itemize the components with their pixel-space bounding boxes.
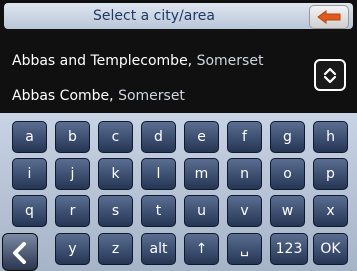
city-region: Somerset bbox=[196, 53, 264, 69]
key-d[interactable]: d bbox=[141, 121, 176, 153]
list-item[interactable]: Abbas and Templecombe, Somerset bbox=[12, 43, 263, 79]
key-l[interactable]: l bbox=[141, 158, 176, 190]
key-q[interactable]: q bbox=[12, 195, 47, 227]
key-r[interactable]: r bbox=[55, 195, 90, 227]
back-arrow-icon bbox=[317, 10, 341, 24]
page-title: Select a city/area bbox=[93, 8, 215, 24]
key-h[interactable]: h bbox=[313, 121, 348, 153]
key-w[interactable]: w bbox=[270, 195, 305, 227]
city-name: Abbas and Templecombe, bbox=[12, 53, 193, 69]
key-space[interactable]: ␣ bbox=[227, 233, 262, 265]
key-n[interactable]: n bbox=[227, 158, 262, 190]
key-f[interactable]: f bbox=[227, 121, 262, 153]
back-button[interactable] bbox=[309, 5, 349, 29]
key-k[interactable]: k bbox=[98, 158, 133, 190]
device-screen: Select a city/area Abbas and Templecombe… bbox=[0, 0, 357, 271]
onscreen-keyboard: a b c d e f g h i j k l m n o p q r s t … bbox=[0, 113, 357, 271]
left-nav-button[interactable] bbox=[2, 233, 38, 271]
key-e[interactable]: e bbox=[184, 121, 219, 153]
key-alt[interactable]: alt bbox=[141, 233, 176, 265]
key-s[interactable]: s bbox=[98, 195, 133, 227]
chevron-left-icon bbox=[13, 242, 26, 264]
key-j[interactable]: j bbox=[55, 158, 90, 190]
list-item[interactable]: Abbas Combe, Somerset bbox=[12, 78, 185, 114]
city-region: Somerset bbox=[118, 88, 185, 104]
key-u[interactable]: u bbox=[184, 195, 219, 227]
key-z[interactable]: z bbox=[98, 233, 133, 265]
key-b[interactable]: b bbox=[55, 121, 90, 153]
header-bar: Select a city/area bbox=[4, 3, 353, 29]
key-a[interactable]: a bbox=[12, 121, 47, 153]
key-m[interactable]: m bbox=[184, 158, 219, 190]
city-list: Abbas and Templecombe, Somerset Abbas Co… bbox=[4, 35, 304, 115]
city-name: Abbas Combe, bbox=[12, 88, 114, 104]
key-shift[interactable]: ↑ bbox=[184, 233, 219, 265]
key-i[interactable]: i bbox=[12, 158, 47, 190]
key-p[interactable]: p bbox=[313, 158, 348, 190]
key-y[interactable]: y bbox=[55, 233, 90, 265]
key-123[interactable]: 123 bbox=[270, 233, 308, 265]
key-x[interactable]: x bbox=[313, 195, 348, 227]
key-ok[interactable]: OK bbox=[313, 233, 348, 265]
key-c[interactable]: c bbox=[98, 121, 133, 153]
scroll-button[interactable] bbox=[314, 59, 346, 91]
key-g[interactable]: g bbox=[270, 121, 305, 153]
key-o[interactable]: o bbox=[270, 158, 305, 190]
key-t[interactable]: t bbox=[141, 195, 176, 227]
key-v[interactable]: v bbox=[227, 195, 262, 227]
scroll-updown-icon bbox=[323, 67, 337, 84]
